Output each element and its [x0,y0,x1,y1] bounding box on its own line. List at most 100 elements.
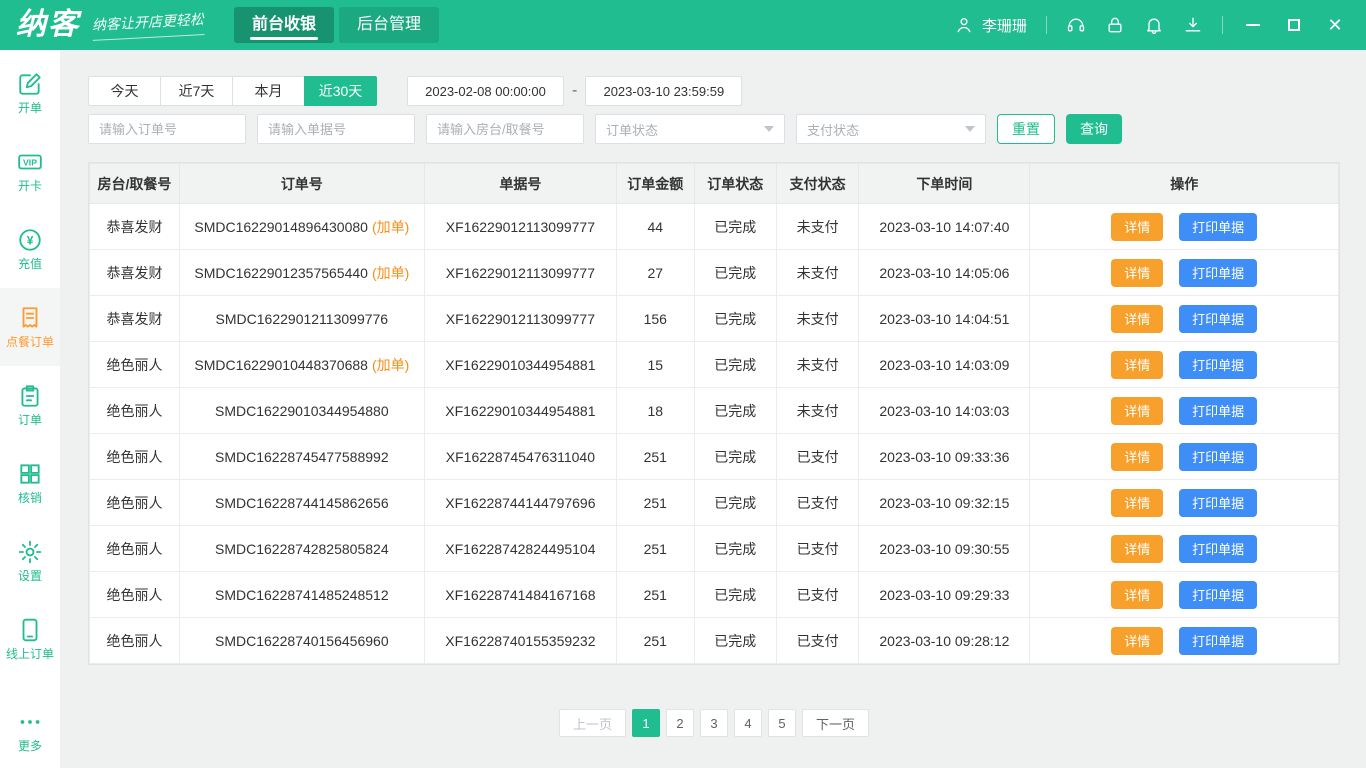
print-receipt-button[interactable]: 打印单据 [1179,581,1257,609]
pagination-next[interactable]: 下一页 [802,709,869,737]
order-no-cell: SMDC16229012113099776 [179,296,424,342]
orders-table-body: 恭喜发财 SMDC16229014896430080(加单) XF1622901… [90,204,1339,664]
room-cell: 绝色丽人 [90,572,180,618]
order-status-cell: 已完成 [694,480,776,526]
actions-cell: 详情 打印单据 [1030,388,1339,434]
tab-backend-admin[interactable]: 后台管理 [339,7,439,43]
sidebar-item-label: 开单 [18,102,42,115]
order-status-cell: 已完成 [694,250,776,296]
print-receipt-button[interactable]: 打印单据 [1179,443,1257,471]
amount-cell: 27 [617,250,694,296]
time-cell: 2023-03-10 14:05:06 [859,250,1030,296]
time-cell: 2023-03-10 14:07:40 [859,204,1030,250]
sidebar-item-recharge[interactable]: ¥ 充值 [0,210,60,288]
more-icon [17,709,43,735]
actions-cell: 详情 打印单据 [1030,480,1339,526]
print-receipt-button[interactable]: 打印单据 [1179,305,1257,333]
detail-button[interactable]: 详情 [1111,443,1163,471]
sidebar-item-vip-card[interactable]: VIP 开卡 [0,132,60,210]
order-no-cell: SMDC16228744145862656 [179,480,424,526]
page-button[interactable]: 3 [700,709,728,737]
amount-cell: 251 [617,480,694,526]
search-button[interactable]: 查询 [1066,114,1122,144]
maximize-button[interactable] [1283,14,1305,36]
quick-filter-today[interactable]: 今天 [88,76,161,106]
room-cell: 绝色丽人 [90,342,180,388]
sidebar-item-verify[interactable]: 核销 [0,444,60,522]
print-receipt-button[interactable]: 打印单据 [1179,535,1257,563]
topbar-right: 李珊珊 ✕ [954,14,1346,36]
page-button[interactable]: 2 [666,709,694,737]
pagination: 上一页 1 2 3 4 5 下一页 [88,709,1340,737]
room-input[interactable] [426,114,584,144]
date-to-input[interactable] [585,76,742,106]
print-receipt-button[interactable]: 打印单据 [1179,489,1257,517]
sidebar-item-online-orders[interactable]: 线上订单 [0,600,60,678]
add-order-tag: (加单) [372,357,409,373]
bell-icon[interactable] [1144,15,1164,35]
lock-icon[interactable] [1105,15,1125,35]
pay-status-cell: 已支付 [776,434,858,480]
detail-button[interactable]: 详情 [1111,581,1163,609]
order-status-cell: 已完成 [694,434,776,480]
receipt-no-cell: XF16229010344954881 [424,342,616,388]
download-icon[interactable] [1183,15,1203,35]
receipt-no-cell: XF16229012113099777 [424,296,616,342]
print-receipt-button[interactable]: 打印单据 [1179,213,1257,241]
quick-filter-7days[interactable]: 近7天 [160,76,233,106]
online-order-icon [17,617,43,643]
page-button[interactable]: 4 [734,709,762,737]
detail-button[interactable]: 详情 [1111,305,1163,333]
sidebar: 开单 VIP 开卡 ¥ 充值 点餐订单 [0,50,60,768]
pay-status-select[interactable]: 支付状态 [796,114,986,144]
page-button[interactable]: 5 [768,709,796,737]
quick-filter-month[interactable]: 本月 [232,76,305,106]
print-receipt-button[interactable]: 打印单据 [1179,351,1257,379]
sidebar-item-orders[interactable]: 订单 [0,366,60,444]
sidebar-item-settings[interactable]: 设置 [0,522,60,600]
pay-status-cell: 已支付 [776,572,858,618]
table-row: 绝色丽人 SMDC16228741485248512 XF16228741484… [90,572,1339,618]
table-row: 恭喜发财 SMDC16229012357565440(加单) XF1622901… [90,250,1339,296]
pay-status-cell: 已支付 [776,480,858,526]
detail-button[interactable]: 详情 [1111,627,1163,655]
divider [1046,16,1047,34]
amount-cell: 18 [617,388,694,434]
room-cell: 恭喜发财 [90,250,180,296]
order-status-select[interactable]: 订单状态 [595,114,785,144]
receipt-no-input[interactable] [257,114,415,144]
date-from-input[interactable] [407,76,564,106]
headset-icon[interactable] [1066,15,1086,35]
pagination-prev[interactable]: 上一页 [559,709,626,737]
close-button[interactable]: ✕ [1324,14,1346,36]
user-menu[interactable]: 李珊珊 [954,15,1027,36]
room-cell: 恭喜发财 [90,296,180,342]
brand-logo: 纳客 [16,10,80,40]
reset-button[interactable]: 重置 [997,114,1055,144]
print-receipt-button[interactable]: 打印单据 [1179,397,1257,425]
detail-button[interactable]: 详情 [1111,213,1163,241]
page-button[interactable]: 1 [632,709,660,737]
detail-button[interactable]: 详情 [1111,489,1163,517]
tab-front-cashier[interactable]: 前台收银 [234,7,334,43]
sidebar-item-label: 开卡 [18,180,42,193]
detail-button[interactable]: 详情 [1111,351,1163,379]
detail-button[interactable]: 详情 [1111,535,1163,563]
user-icon [954,15,974,35]
minimize-button[interactable] [1242,14,1264,36]
room-cell: 绝色丽人 [90,526,180,572]
sidebar-item-more[interactable]: 更多 [0,696,60,766]
detail-button[interactable]: 详情 [1111,259,1163,287]
sidebar-item-meal-orders[interactable]: 点餐订单 [0,288,60,366]
sidebar-item-open-order[interactable]: 开单 [0,54,60,132]
print-receipt-button[interactable]: 打印单据 [1179,259,1257,287]
quick-filter-30days[interactable]: 近30天 [304,76,377,106]
order-no-input[interactable] [88,114,246,144]
topbar: 纳客 纳客让开店更轻松 前台收银 后台管理 李珊珊 [0,0,1366,50]
divider [1222,16,1223,34]
main-area: 开单 VIP 开卡 ¥ 充值 点餐订单 [0,50,1366,768]
table-row: 恭喜发财 SMDC16229012113099776 XF16229012113… [90,296,1339,342]
detail-button[interactable]: 详情 [1111,397,1163,425]
table-row: 绝色丽人 SMDC16228740156456960 XF16228740155… [90,618,1339,664]
print-receipt-button[interactable]: 打印单据 [1179,627,1257,655]
